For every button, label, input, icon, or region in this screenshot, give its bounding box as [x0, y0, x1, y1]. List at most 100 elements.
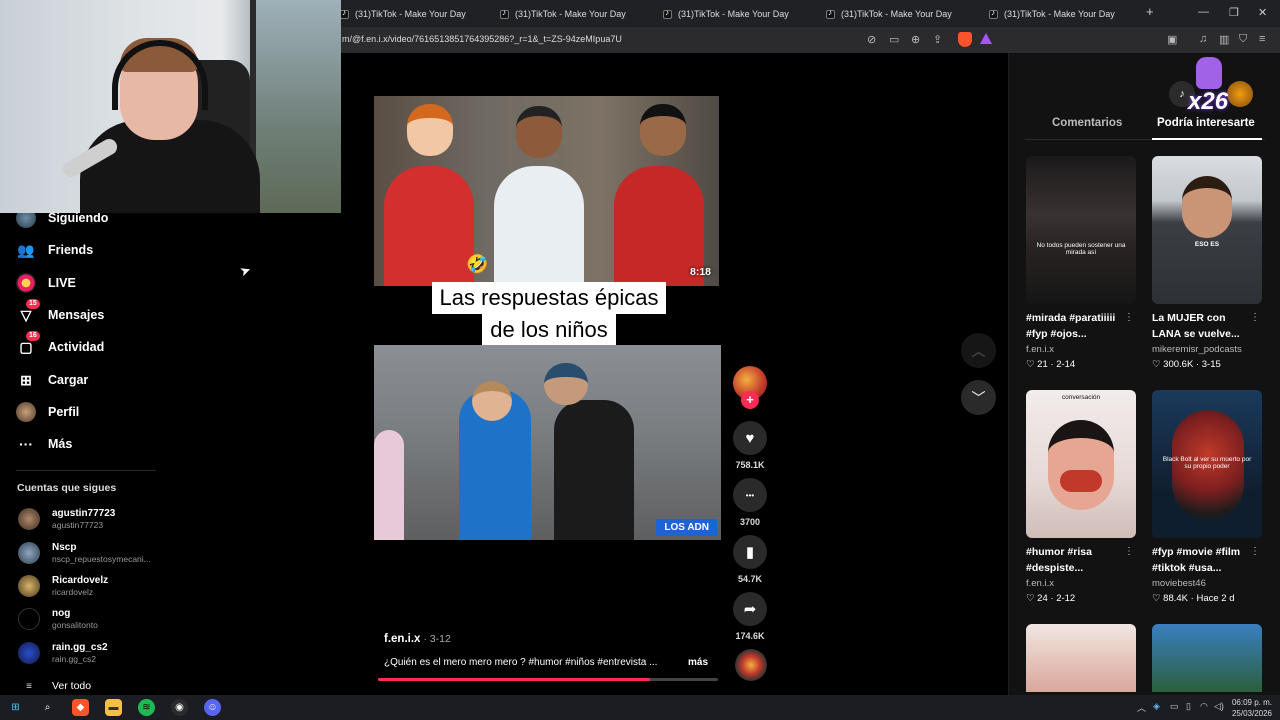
thumbnail-text: Black Bolt al ver su muerto por su propi… — [1162, 456, 1252, 470]
messages-badge: 15 — [26, 299, 40, 309]
browser-tab[interactable]: (31)TikTok - Make Your Day — [989, 4, 1115, 24]
new-tab-button[interactable]: + — [1146, 4, 1154, 19]
spotify-icon[interactable]: ≋ — [138, 699, 155, 716]
reader-mode-icon[interactable]: ⊘ — [867, 33, 876, 46]
share-arrow-icon: ➦ — [743, 601, 757, 618]
sidebar-item-activity[interactable]: ▢ 16 Actividad — [16, 331, 104, 357]
clock[interactable]: 06:09 p. m. 25/03/2026 — [1232, 697, 1272, 719]
see-all-link[interactable]: ≡ Ver todo — [18, 680, 91, 692]
media-icon[interactable]: ▣ — [1167, 33, 1177, 46]
sidebar-item-live[interactable]: LIVE — [16, 273, 76, 293]
browser-tab[interactable]: (31)TikTok - Make Your Day — [826, 4, 952, 24]
close-window-button[interactable]: ✕ — [1258, 6, 1267, 19]
recommended-video-card[interactable]: ESO ES ⋮ La MUJER con LANA se vuelve... … — [1152, 156, 1262, 370]
kid-head — [407, 104, 453, 156]
video-author[interactable]: f.en.i.x · 3-12 — [384, 633, 451, 645]
previous-video-button[interactable]: ︿ — [961, 333, 996, 368]
mouse-cursor-icon: ➤ — [237, 261, 253, 280]
brave-shields-icon[interactable] — [958, 32, 972, 47]
tray-app-icon[interactable]: ◈ — [1153, 701, 1160, 712]
card-author[interactable]: moviebest46 — [1152, 578, 1262, 589]
card-author[interactable]: f.en.i.x — [1026, 578, 1136, 589]
brave-rewards-icon[interactable] — [980, 33, 992, 44]
file-explorer-icon[interactable]: ▬ — [105, 699, 122, 716]
more-link[interactable]: más — [688, 657, 708, 668]
sidebar-toggle-icon[interactable]: ▥ — [1219, 33, 1229, 46]
music-disc-icon[interactable] — [735, 649, 767, 681]
brave-browser-icon[interactable]: ◆ — [72, 699, 89, 716]
followed-account-item[interactable]: agustin77723 agustin77723 — [18, 508, 115, 530]
account-avatar — [18, 642, 40, 664]
tab-comments[interactable]: Comentarios — [1052, 117, 1122, 129]
sidebar-item-upload[interactable]: ⊞ Cargar — [16, 370, 88, 390]
sidebar-item-more[interactable]: ··· Más — [16, 434, 72, 454]
browser-tab[interactable]: (31)TikTok - Make Your Day — [340, 4, 466, 24]
more-options-icon[interactable]: ⋮ — [1250, 546, 1260, 557]
card-author[interactable]: f.en.i.x — [1026, 344, 1136, 355]
more-options-icon[interactable]: ⋮ — [1124, 546, 1134, 557]
like-button[interactable]: ♥ — [733, 421, 767, 455]
video-thumbnail[interactable]: ESO ES — [1152, 156, 1262, 304]
url-field[interactable]: m/@f.en.i.x/video/7616513851764395286?_r… — [342, 34, 622, 44]
share-icon[interactable]: ⇪ — [933, 33, 942, 46]
recommended-video-card[interactable]: conversación ⋮ #humor #risa #despiste...… — [1026, 390, 1136, 604]
browser-tab[interactable]: (31)TikTok - Make Your Day — [500, 4, 626, 24]
followed-account-item[interactable]: Ricardovelz ricardovelz — [18, 575, 108, 597]
more-options-icon[interactable]: ⋮ — [1250, 312, 1260, 323]
video-thumbnail[interactable]: No todos pueden sostener una mirada así — [1026, 156, 1136, 304]
tray-mic-icon[interactable]: ▯ — [1186, 701, 1191, 712]
caption-line: Las respuestas épicas — [431, 282, 667, 314]
save-button[interactable]: ▮ — [733, 535, 767, 569]
list-icon: ≡ — [26, 680, 32, 692]
card-title: #mirada #paratiiiii #fyp #ojos... — [1026, 312, 1116, 340]
next-video-button[interactable]: ﹀ — [961, 380, 996, 415]
video-date: 3-12 — [429, 633, 451, 645]
followed-account-item[interactable]: nog gonsalitonto — [18, 608, 98, 630]
sidebar-item-profile[interactable]: Perfil — [16, 402, 79, 422]
tray-network-icon[interactable]: ▭ — [1170, 701, 1179, 712]
zoom-icon[interactable]: ⊕ — [911, 33, 920, 46]
sidebar-item-friends[interactable]: 👥 Friends — [16, 240, 93, 260]
obs-icon[interactable]: ◉ — [171, 699, 188, 716]
recommended-video-card[interactable]: No todos pueden sostener una mirada así … — [1026, 156, 1136, 370]
tab-title: (31)TikTok - Make Your Day — [1004, 9, 1115, 19]
search-icon[interactable]: ⌕ — [39, 699, 56, 716]
volume-icon[interactable]: ◁) — [1214, 701, 1224, 712]
tray-expand-icon[interactable]: ︿ — [1137, 701, 1146, 714]
webcam-overlay — [0, 0, 341, 213]
minimize-button[interactable]: — — [1198, 6, 1209, 18]
tab-title: (31)TikTok - Make Your Day — [355, 9, 466, 19]
sidebar-item-label: LIVE — [48, 276, 76, 290]
followed-account-item[interactable]: rain.gg_cs2 rain.gg_cs2 — [18, 642, 108, 664]
video-thumbnail[interactable]: Black Bolt al ver su muerto por su propi… — [1152, 390, 1262, 538]
user-avatar[interactable] — [1227, 81, 1253, 107]
share-button[interactable]: ➦ — [733, 592, 767, 626]
tab-you-may-like[interactable]: Podría interesarte — [1157, 117, 1255, 129]
follow-button[interactable]: + — [741, 391, 759, 409]
chevron-up-icon: ︿ — [971, 342, 986, 359]
menu-icon[interactable]: ≡ — [1259, 33, 1265, 45]
video-thumbnail[interactable]: conversación — [1026, 390, 1136, 538]
windows-start-icon[interactable]: ⊞ — [7, 699, 24, 716]
card-author[interactable]: mikeremisr_podcasts — [1152, 344, 1262, 355]
discord-icon[interactable]: ☺ — [204, 699, 221, 716]
sidebar-item-messages[interactable]: ▽ 15 Mensajes — [16, 299, 104, 325]
recommended-video-card[interactable]: Black Bolt al ver su muerto por su propi… — [1152, 390, 1262, 604]
followed-account-item[interactable]: Nscp nscp_repuestosymecani... — [18, 542, 151, 564]
screen-icon[interactable]: ▭ — [889, 33, 899, 46]
author-name[interactable]: f.en.i.x — [384, 633, 420, 645]
more-options-icon[interactable]: ⋮ — [1124, 312, 1134, 323]
kid-red-shirt — [384, 166, 474, 286]
account-handle: agustin77723 — [52, 520, 104, 530]
comment-button[interactable]: ••• — [733, 478, 767, 512]
music-icon[interactable]: ♫ — [1199, 33, 1207, 45]
comment-icon: ••• — [745, 490, 755, 500]
video-player[interactable]: 8:18 🤣 Las respuestas épicas de los niño… — [374, 96, 721, 540]
video-thumbnail[interactable] — [1026, 624, 1136, 692]
wifi-icon[interactable]: ◠ — [1200, 701, 1208, 712]
video-progress-bar[interactable] — [378, 678, 718, 681]
shield-icon[interactable]: ⛉ — [1239, 33, 1247, 46]
maximize-button[interactable]: ❐ — [1229, 6, 1239, 19]
browser-tab[interactable]: (31)TikTok - Make Your Day — [663, 4, 789, 24]
video-thumbnail[interactable] — [1152, 624, 1262, 692]
